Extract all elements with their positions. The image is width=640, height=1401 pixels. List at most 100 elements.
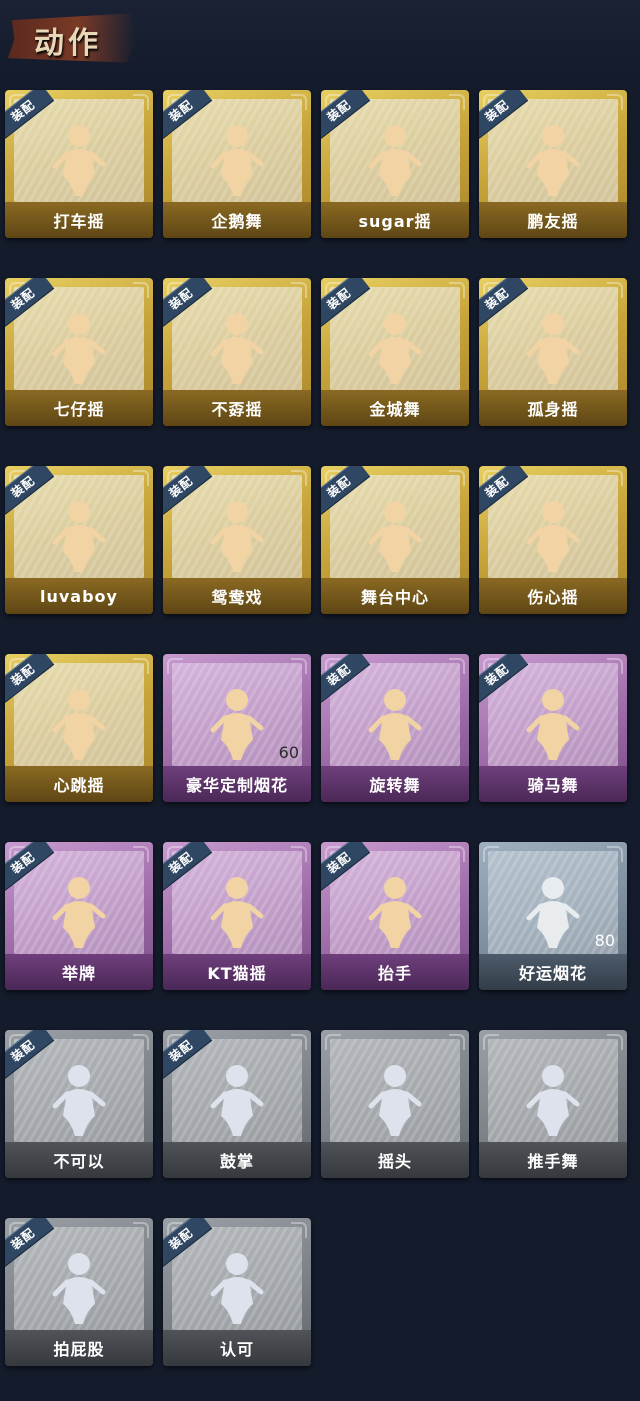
emote-card[interactable]: 装配 不孬摇 xyxy=(163,278,311,426)
card-corner-ornament xyxy=(133,658,149,674)
emote-card[interactable]: 装配 伤心摇 xyxy=(479,466,627,614)
emote-name: 好运烟花 xyxy=(479,954,627,990)
card-corner-ornament xyxy=(133,846,149,862)
emote-name: 举牌 xyxy=(5,954,153,990)
card-corner-ornament xyxy=(133,470,149,486)
emote-name: 豪华定制烟花 xyxy=(163,766,311,802)
emote-name: 鼓掌 xyxy=(163,1142,311,1178)
emote-card[interactable]: 装配 sugar摇 xyxy=(321,90,469,238)
dance-figure-icon xyxy=(523,686,583,762)
emote-card[interactable]: 装配 鹏友摇 xyxy=(479,90,627,238)
emote-name: 七仔摇 xyxy=(5,390,153,426)
card-corner-ornament xyxy=(607,94,623,110)
emote-card[interactable]: 装配 七仔摇 xyxy=(5,278,153,426)
thumbs-up-icon xyxy=(207,1250,267,1326)
dance-figure-icon xyxy=(207,874,267,950)
emote-card[interactable]: 装配 旋转舞 xyxy=(321,654,469,802)
card-corner-ornament xyxy=(291,94,307,110)
emote-grid: 装配 打车摇 装配 企鹅舞 装配 sugar摇 装配 鹏友摇 装配 七仔摇 装配 不孬摇 装配 金城舞 装配… xyxy=(5,90,627,1366)
emote-name: 不可以 xyxy=(5,1142,153,1178)
card-corner-ornament xyxy=(291,470,307,486)
emote-card[interactable]: 装配 孤身摇 xyxy=(479,278,627,426)
card-corner-ornament xyxy=(291,1034,307,1050)
card-corner-ornament xyxy=(167,658,183,674)
pat-figure-icon xyxy=(49,1250,109,1326)
emote-card[interactable]: 60 豪华定制烟花 xyxy=(163,654,311,802)
emote-card[interactable]: 装配 打车摇 xyxy=(5,90,153,238)
card-corner-ornament xyxy=(483,846,499,862)
emote-card[interactable]: 装配 心跳摇 xyxy=(5,654,153,802)
card-corner-ornament xyxy=(133,1222,149,1238)
emote-card[interactable]: 装配 拍屁股 xyxy=(5,1218,153,1366)
emote-card[interactable]: 装配 KT猫摇 xyxy=(163,842,311,990)
dance-figure-icon xyxy=(207,310,267,386)
card-corner-ornament xyxy=(449,282,465,298)
emote-name: 认可 xyxy=(163,1330,311,1366)
raise-hand-icon xyxy=(365,874,425,950)
dance-figure-icon xyxy=(49,498,109,574)
card-corner-ornament xyxy=(607,846,623,862)
dance-figure-icon xyxy=(365,310,425,386)
emote-card[interactable]: 装配 抬手 xyxy=(321,842,469,990)
heart-hands-icon xyxy=(523,498,583,574)
emote-name: KT猫摇 xyxy=(163,954,311,990)
clap-icon xyxy=(207,1062,267,1138)
dance-figure-icon xyxy=(523,310,583,386)
item-count: 80 xyxy=(594,931,615,950)
card-corner-ornament xyxy=(449,94,465,110)
emote-name: 心跳摇 xyxy=(5,766,153,802)
emote-card[interactable]: 推手舞 xyxy=(479,1030,627,1178)
emote-name: 打车摇 xyxy=(5,202,153,238)
card-corner-ornament xyxy=(449,658,465,674)
emote-card[interactable]: 装配 举牌 xyxy=(5,842,153,990)
emote-name: 骑马舞 xyxy=(479,766,627,802)
fireworks-icon xyxy=(207,686,267,762)
card-corner-ornament xyxy=(133,1034,149,1050)
card-corner-ornament xyxy=(291,1222,307,1238)
emote-name: 孤身摇 xyxy=(479,390,627,426)
card-corner-ornament xyxy=(607,282,623,298)
emote-name: 旋转舞 xyxy=(321,766,469,802)
page-title: 动作 xyxy=(34,26,102,61)
push-hands-icon xyxy=(523,1062,583,1138)
emote-name: 鸳鸯戏 xyxy=(163,578,311,614)
dance-figure-icon xyxy=(49,310,109,386)
shake-head-icon xyxy=(365,1062,425,1138)
emote-card[interactable]: 装配 鼓掌 xyxy=(163,1030,311,1178)
card-corner-ornament xyxy=(449,470,465,486)
emote-card[interactable]: 装配 不可以 xyxy=(5,1030,153,1178)
card-corner-ornament xyxy=(291,282,307,298)
emote-name: 舞台中心 xyxy=(321,578,469,614)
spin-figure-icon xyxy=(365,686,425,762)
card-corner-ornament xyxy=(449,846,465,862)
sign-figure-icon xyxy=(49,874,109,950)
card-corner-ornament xyxy=(133,94,149,110)
emote-name: 摇头 xyxy=(321,1142,469,1178)
emote-card[interactable]: 装配 luvaboy xyxy=(5,466,153,614)
emote-card[interactable]: 装配 认可 xyxy=(163,1218,311,1366)
dance-figure-icon xyxy=(365,122,425,198)
emote-card[interactable]: 装配 鸳鸯戏 xyxy=(163,466,311,614)
emote-name: 鹏友摇 xyxy=(479,202,627,238)
emote-card[interactable]: 装配 金城舞 xyxy=(321,278,469,426)
emote-name: luvaboy xyxy=(5,578,153,614)
dance-figure-icon xyxy=(365,498,425,574)
emote-card[interactable]: 80 好运烟花 xyxy=(479,842,627,990)
item-count: 60 xyxy=(278,743,299,762)
dance-figure-icon xyxy=(49,686,109,762)
emote-name: 企鹅舞 xyxy=(163,202,311,238)
card-corner-ornament xyxy=(449,1034,465,1050)
dance-figure-icon xyxy=(523,122,583,198)
emote-card[interactable]: 摇头 xyxy=(321,1030,469,1178)
card-corner-ornament xyxy=(607,470,623,486)
emote-card[interactable]: 装配 骑马舞 xyxy=(479,654,627,802)
card-corner-ornament xyxy=(325,1034,341,1050)
header-bar: 动作 xyxy=(0,0,640,80)
emote-name: 推手舞 xyxy=(479,1142,627,1178)
emote-card[interactable]: 装配 企鹅舞 xyxy=(163,90,311,238)
card-corner-ornament xyxy=(133,282,149,298)
card-corner-ornament xyxy=(483,1034,499,1050)
card-corner-ornament xyxy=(607,1034,623,1050)
dance-figure-icon xyxy=(207,122,267,198)
emote-card[interactable]: 装配 舞台中心 xyxy=(321,466,469,614)
